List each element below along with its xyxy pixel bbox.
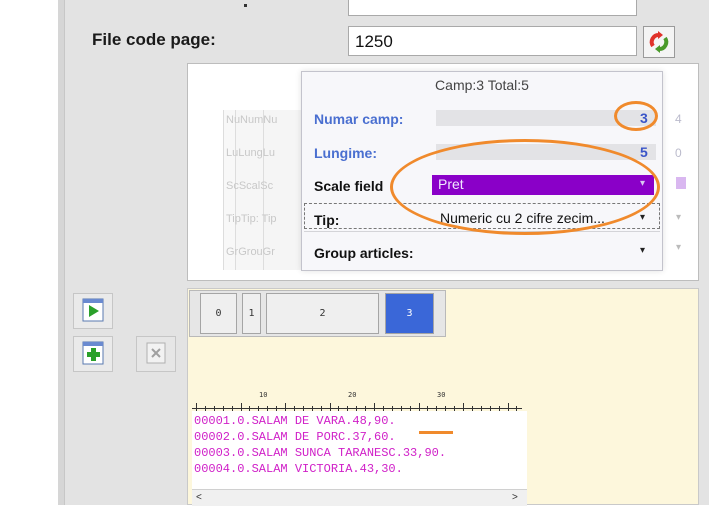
ruler-tick [196, 403, 197, 411]
scroll-right-icon[interactable]: > [512, 492, 518, 503]
add-field-icon [82, 341, 104, 365]
run-button[interactable] [73, 293, 113, 329]
record-line: 00001.0.SALAM DE VARA.48,90. [194, 414, 396, 428]
field-cell-2[interactable]: 2 [266, 293, 379, 334]
annotation-circle-large [390, 139, 660, 235]
ruler-tick [463, 403, 464, 411]
ghost-label-tip: TipTip: Tip [226, 213, 277, 225]
scale-field-label: Scale field [314, 178, 384, 194]
tip-label: Tip: [314, 212, 340, 228]
previous-input-field[interactable] [348, 0, 637, 16]
ghost-label-numar: NuNumNu [226, 114, 278, 126]
ruler-number: 20 [348, 391, 357, 399]
ruler-tick [374, 403, 375, 411]
file-code-page-input[interactable]: 1250 [348, 26, 637, 56]
ghost-label-group: GrGrouGr [226, 246, 275, 258]
chevron-down-icon: ▾ [640, 212, 646, 223]
record-line: 00004.0.SALAM VICTORIA.43,30. [194, 462, 403, 476]
delete-field-icon [146, 342, 166, 364]
ruler-tick [507, 403, 509, 411]
annotation-underline [419, 431, 453, 434]
ghost-chevron-down-icon: ▾ [676, 242, 682, 253]
ruler-baseline [192, 408, 522, 409]
ruler-tick [329, 403, 331, 411]
ruler-tick [240, 403, 242, 411]
ghost-label-scale: ScScalSc [226, 180, 274, 192]
ruler-tick [418, 403, 420, 411]
left-margin [0, 0, 58, 505]
file-code-page-label: File code page: [92, 30, 216, 49]
ruler-number: 10 [259, 391, 268, 399]
ghost-scale-swatch [676, 177, 686, 189]
add-field-button[interactable] [73, 336, 113, 372]
annotation-circle-small [614, 101, 658, 131]
refresh-icon [649, 31, 669, 53]
ruler-tick [285, 403, 286, 411]
numar-camp-label: Numar camp: [314, 111, 404, 127]
record-line: 00003.0.SALAM SUNCA TARANESC.33,90. [194, 446, 447, 460]
ghost-value-numar: 4 [675, 112, 682, 126]
cut-off-label [244, 4, 247, 7]
record-line: 00002.0.SALAM DE PORC.37,60. [194, 430, 396, 444]
lungime-value: 5 [640, 144, 648, 160]
window-left-border [58, 0, 65, 505]
field-cell-1[interactable]: 1 [242, 293, 261, 334]
field-cell-0[interactable]: 0 [200, 293, 237, 334]
delete-field-button[interactable] [136, 336, 176, 372]
group-articles-dropdown[interactable]: ▾ [640, 245, 645, 256]
horizontal-scrollbar[interactable] [192, 489, 527, 506]
ghost-label-lungime: LuLungLu [226, 147, 275, 159]
ghost-value-lungime: 0 [675, 146, 682, 160]
refresh-button[interactable] [643, 26, 675, 58]
field-cell-3-selected[interactable]: 3 [385, 293, 434, 334]
play-icon [82, 298, 104, 322]
group-articles-label: Group articles: [314, 245, 414, 261]
field-card-title: Camp:3 Total:5 [435, 77, 529, 93]
lungime-label: Lungime: [314, 145, 377, 161]
ghost-chevron-down-icon: ▾ [676, 212, 682, 223]
ruler-number: 30 [437, 391, 446, 399]
scroll-left-icon[interactable]: < [196, 492, 202, 503]
